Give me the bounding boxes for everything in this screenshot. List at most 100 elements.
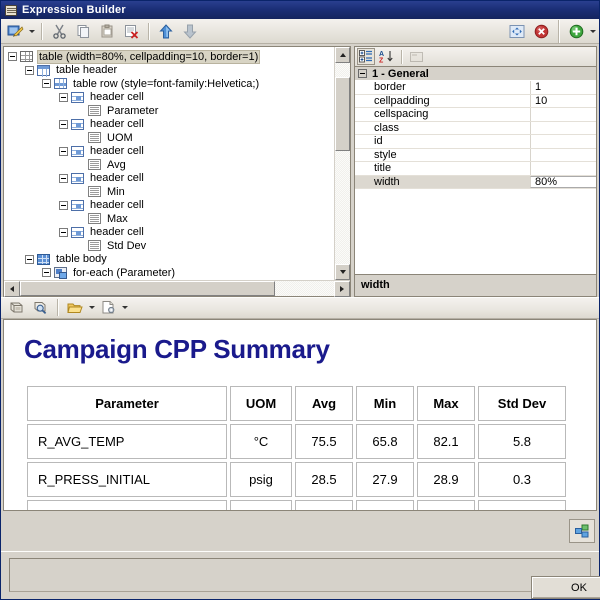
main-toolbar: [1, 19, 599, 44]
tree-collapse-icon[interactable]: [8, 52, 17, 62]
open-file-button[interactable]: [64, 297, 86, 318]
property-value[interactable]: [530, 148, 596, 161]
render-preview-button[interactable]: [5, 297, 27, 318]
tree-collapse-icon[interactable]: [59, 119, 68, 129]
property-pages-button[interactable]: [408, 48, 426, 65]
property-row[interactable]: cellpadding 10: [355, 94, 596, 108]
arrow-up-icon: [159, 23, 173, 38]
dialog-footer: OK: [1, 551, 600, 599]
property-value[interactable]: 1: [530, 81, 596, 94]
property-row[interactable]: style: [355, 148, 596, 162]
tree-scroll-right-button[interactable]: [334, 280, 350, 297]
tree-node[interactable]: header cell: [8, 91, 334, 105]
tree-collapse-icon[interactable]: [59, 173, 68, 183]
table-body-icon: [37, 253, 50, 265]
tree-collapse-icon[interactable]: [59, 146, 68, 156]
properties-group-header[interactable]: 1 - General: [355, 67, 596, 81]
tree-node[interactable]: header cell: [8, 118, 334, 132]
properties-pane: A Z 1 - General border 1 cellpadding 10 …: [354, 46, 597, 297]
property-value[interactable]: [530, 162, 596, 175]
tree-scroll-left-button[interactable]: [4, 280, 20, 297]
tree-node[interactable]: header cell: [8, 199, 334, 213]
move-down-button[interactable]: [179, 21, 201, 42]
tree-node[interactable]: table row (style=font-family:Helvetica;): [8, 77, 334, 91]
tree-node[interactable]: Min: [8, 185, 334, 199]
property-name: cellpadding: [355, 94, 530, 107]
alphabetical-sort-button[interactable]: A Z: [377, 48, 395, 65]
open-file-dropdown-caret[interactable]: [89, 306, 95, 309]
tree-node[interactable]: header cell: [8, 172, 334, 186]
report-table-cell: 28.5: [295, 461, 353, 497]
tree-vscroll-track-bottom[interactable]: [335, 151, 350, 264]
add-node-dropdown-caret[interactable]: [590, 29, 596, 33]
tree-node[interactable]: header cell: [8, 226, 334, 240]
tree-horizontal-scrollbar[interactable]: [4, 279, 350, 297]
cut-button[interactable]: [48, 21, 70, 42]
layout-nodes-button[interactable]: [569, 519, 595, 543]
tree-node[interactable]: Avg: [8, 158, 334, 172]
tree-node[interactable]: table header: [8, 64, 334, 78]
tree-collapse-icon[interactable]: [59, 92, 68, 102]
properties-toolbar-separator: [401, 49, 402, 64]
property-value[interactable]: [530, 121, 596, 134]
property-row[interactable]: title: [355, 162, 596, 176]
new-document-button[interactable]: [97, 297, 119, 318]
property-row[interactable]: class: [355, 121, 596, 135]
move-up-button[interactable]: [155, 21, 177, 42]
property-row[interactable]: border 1: [355, 81, 596, 95]
tree-scroll-down-button[interactable]: [335, 263, 350, 280]
tree-collapse-icon[interactable]: [59, 227, 68, 237]
edit-expression-button[interactable]: [4, 21, 26, 42]
tree-hscroll-track[interactable]: [275, 281, 334, 296]
property-value[interactable]: [530, 135, 596, 148]
tree-vertical-scrollbar[interactable]: [334, 47, 350, 280]
report-column-header: Std Dev: [478, 385, 566, 421]
tree-node-label: for-each (Parameter): [73, 266, 176, 279]
preview-zoom-button[interactable]: [29, 297, 51, 318]
tree-collapse-icon[interactable]: [25, 254, 34, 264]
edit-expression-dropdown-caret[interactable]: [29, 29, 35, 33]
property-value[interactable]: 10: [530, 94, 596, 107]
tree-scroll-up-button[interactable]: [335, 47, 350, 63]
tree-node[interactable]: table (width=80%, cellpadding=10, border…: [8, 49, 334, 64]
tree-node[interactable]: for-each (Parameter): [8, 266, 334, 280]
expand-arrows-icon: [509, 24, 525, 38]
property-value[interactable]: 80%: [530, 175, 596, 188]
tree-node[interactable]: table body: [8, 253, 334, 267]
tree-vscroll-track-top[interactable]: [335, 63, 350, 77]
tree-collapse-icon[interactable]: [25, 65, 34, 75]
tree-node[interactable]: UOM: [8, 131, 334, 145]
report-preview: Campaign CPP Summary Parameter UOM Avg Min M…: [3, 318, 597, 511]
property-row[interactable]: id: [355, 135, 596, 149]
property-row[interactable]: cellspacing: [355, 108, 596, 122]
tree-node[interactable]: Parameter: [8, 104, 334, 118]
tree-node[interactable]: Std Dev: [8, 239, 334, 253]
tree-hscroll-thumb[interactable]: [20, 280, 275, 296]
tree-vscroll-thumb[interactable]: [335, 77, 350, 151]
expand-all-button[interactable]: [506, 21, 528, 42]
group-collapse-icon[interactable]: [358, 69, 367, 78]
preview-toolbar-separator: [57, 299, 58, 316]
paste-button[interactable]: [96, 21, 118, 42]
tree-collapse-icon[interactable]: [59, 200, 68, 210]
new-document-dropdown-caret[interactable]: [122, 306, 128, 309]
ok-button[interactable]: OK: [531, 576, 600, 599]
tree-collapse-icon[interactable]: [42, 79, 51, 89]
add-node-button[interactable]: [565, 21, 587, 42]
tree-collapse-icon[interactable]: [42, 268, 51, 278]
report-table-cell: R_AVG_TEMP: [27, 423, 227, 459]
property-name: width: [355, 175, 530, 188]
element-tree[interactable]: table (width=80%, cellpadding=10, border…: [4, 47, 334, 280]
scissors-icon: [52, 24, 66, 39]
properties-grid[interactable]: 1 - General border 1 cellpadding 10 cellspac…: [354, 66, 597, 275]
copy-button[interactable]: [72, 21, 94, 42]
stop-button[interactable]: [530, 21, 552, 42]
delete-button[interactable]: [120, 21, 142, 42]
tree-node[interactable]: header cell: [8, 145, 334, 159]
tree-node[interactable]: Max: [8, 212, 334, 226]
report-table-cell: 75.5: [295, 423, 353, 459]
property-row[interactable]: width 80%: [355, 175, 596, 189]
report-table-row: R_PRESS_FINALpsig27.826.228.40.7: [27, 499, 566, 511]
categorized-view-button[interactable]: [357, 48, 375, 65]
property-value[interactable]: [530, 108, 596, 121]
